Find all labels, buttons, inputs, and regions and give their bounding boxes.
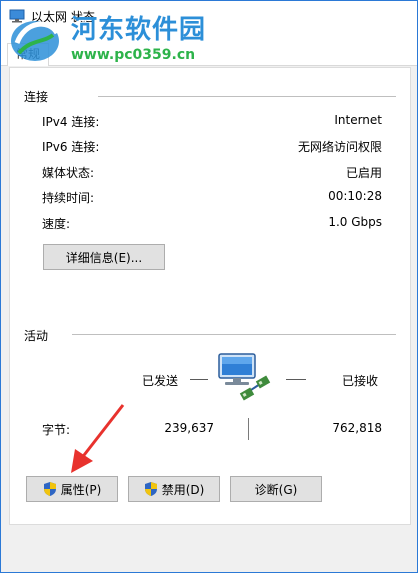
ipv6-label: IPv6 连接: (42, 140, 100, 154)
title-bar: 以太网 状态 (1, 1, 417, 31)
annotation-arrow-icon (71, 404, 125, 473)
tab-strip: 常规 (1, 31, 417, 66)
speed-value: 1.0 Gbps (328, 215, 382, 229)
activity-divider (72, 334, 396, 335)
received-label: 已接收 (342, 374, 379, 388)
uac-shield-icon (43, 482, 56, 496)
properties-button[interactable]: 属性(P) (26, 476, 118, 502)
ipv6-value: 无网络访问权限 (297, 140, 382, 154)
ipv4-value: Internet (334, 113, 382, 127)
window-title: 以太网 状态 (31, 10, 95, 24)
disable-button[interactable]: 禁用(D) (128, 476, 220, 502)
connection-heading: 连接 (24, 90, 49, 104)
received-dash (286, 379, 306, 380)
tab-general[interactable]: 常规 (7, 43, 49, 66)
network-icon (9, 9, 25, 23)
sent-label: 已发送 (142, 374, 179, 388)
media-state-label: 媒体状态: (42, 166, 95, 180)
speed-label: 速度: (42, 217, 71, 231)
ipv4-label: IPv4 连接: (42, 115, 100, 129)
bytes-received-value: 762,818 (332, 421, 382, 435)
bytes-separator (248, 418, 249, 440)
uac-shield-icon (144, 482, 157, 496)
disable-button-label: 禁用(D) (161, 482, 205, 497)
network-activity-icon (218, 353, 271, 401)
activity-heading: 活动 (24, 329, 49, 343)
media-state-value: 已启用 (345, 166, 382, 180)
duration-label: 持续时间: (42, 191, 95, 205)
connection-divider (98, 96, 396, 97)
status-window: 以太网 状态 常规 连接 IPv4 连接: Internet IPv6 连接: … (0, 0, 418, 573)
diagnose-button[interactable]: 诊断(G) (230, 476, 322, 502)
duration-value: 00:10:28 (328, 189, 382, 203)
sent-dash (190, 379, 208, 380)
properties-button-label: 属性(P) (60, 482, 102, 497)
bytes-sent-value: 239,637 (164, 421, 214, 435)
details-button[interactable]: 详细信息(E)... (43, 244, 165, 270)
